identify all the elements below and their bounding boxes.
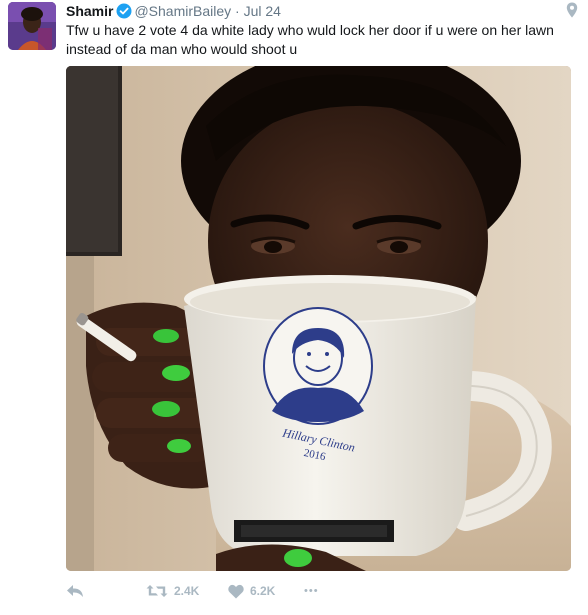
like-button[interactable]: 6.2K: [228, 580, 275, 602]
more-dots-icon: •••: [304, 585, 319, 597]
like-count: 6.2K: [250, 584, 276, 598]
location-pin-icon[interactable]: [566, 2, 578, 18]
retweet-count: 2.4K: [174, 584, 200, 598]
user-handle[interactable]: @ShamirBailey: [134, 3, 231, 19]
avatar-image: [8, 2, 56, 50]
heart-icon: [228, 584, 244, 598]
retweet-button[interactable]: 2.4K: [146, 580, 199, 602]
tweet-text: Tfw u have 2 vote 4 da white lady who wu…: [66, 22, 554, 57]
tweet-photo[interactable]: Hillary Clinton 2016: [66, 66, 571, 571]
verified-badge-icon: [116, 3, 132, 19]
header-separator: ·: [235, 3, 240, 19]
reply-button[interactable]: [66, 580, 84, 602]
tweet-timestamp[interactable]: Jul 24: [244, 3, 281, 19]
more-button[interactable]: •••: [304, 580, 319, 602]
display-name[interactable]: Shamir: [66, 3, 113, 19]
retweet-icon: [146, 585, 168, 597]
tweet-card: Shamir @ShamirBailey · Jul 24 Tfw u have…: [0, 0, 588, 615]
tweet-header: Shamir @ShamirBailey · Jul 24: [66, 2, 281, 20]
reply-icon: [67, 585, 83, 597]
avatar[interactable]: [8, 2, 56, 50]
photo-image: Hillary Clinton 2016: [66, 66, 571, 571]
